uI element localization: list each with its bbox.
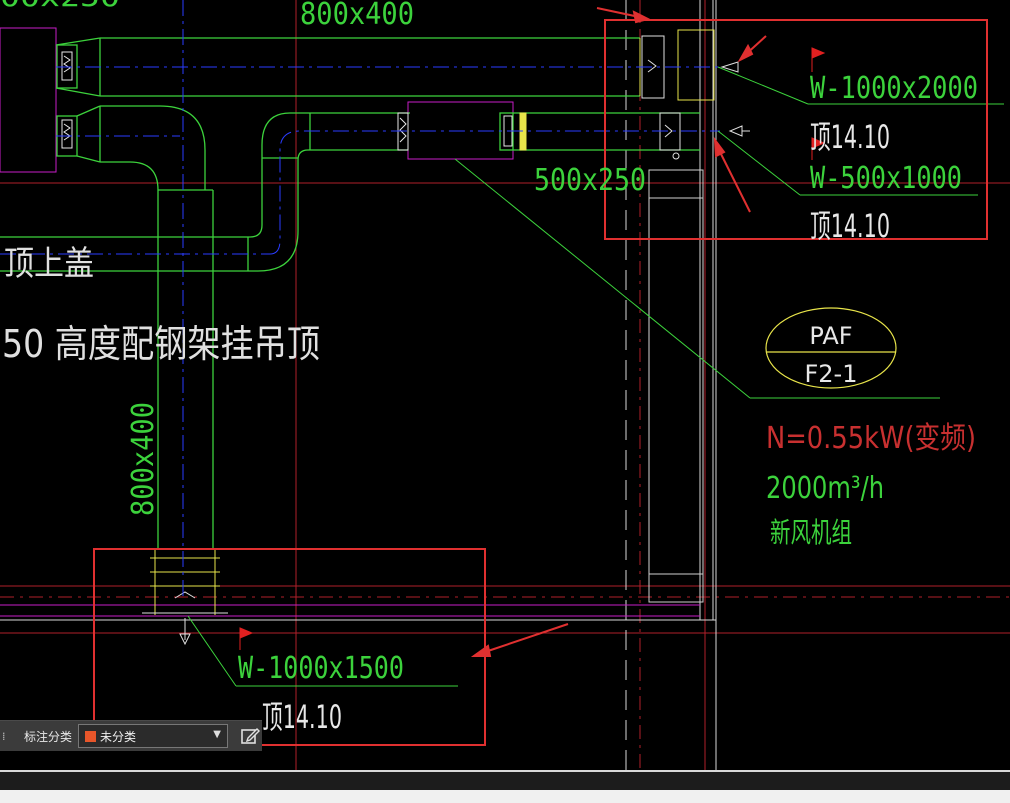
chevron-down-icon[interactable]: ▼ bbox=[213, 729, 221, 740]
duct-size-top-partial: 500x250 bbox=[0, 0, 120, 13]
vent2-level: 顶14.10 bbox=[810, 207, 890, 245]
edit-icon[interactable] bbox=[238, 724, 262, 748]
unit-tag-top: PAF bbox=[809, 322, 852, 350]
vent3-code: W-1000x1500 bbox=[238, 651, 404, 686]
vent2-code: W-500x1000 bbox=[810, 161, 962, 196]
status-bar bbox=[0, 770, 1010, 803]
flag-markers bbox=[239, 47, 826, 650]
annotation-arrows bbox=[470, 7, 767, 657]
duct-centerlines bbox=[0, 0, 720, 600]
vent1-code: W-1000x2000 bbox=[810, 71, 978, 106]
unit-name: 新风机组 bbox=[770, 516, 852, 549]
annotation-category-label: 标注分类 bbox=[24, 729, 73, 744]
category-select-value: 未分类 bbox=[100, 729, 137, 744]
annotation-toolbar: ⁞ 标注分类 未分类 ▼ bbox=[0, 720, 262, 751]
duct-size-vertical: 800x400 bbox=[126, 402, 161, 516]
annotation-category-select[interactable]: 未分类 ▼ bbox=[78, 724, 228, 748]
unit-flow: 2000m³/h bbox=[766, 471, 884, 506]
roof-note: 顶上盖 bbox=[4, 244, 94, 284]
vent3-level: 顶14.10 bbox=[262, 698, 342, 736]
duct-size-top: 800x400 bbox=[300, 0, 414, 32]
unit-tag-bottom: F2-1 bbox=[804, 360, 857, 388]
cad-drawing-canvas[interactable]: 500x250 800x400 500x250 800x400 顶上盖 50 高… bbox=[0, 0, 1010, 770]
category-color-swatch bbox=[85, 730, 97, 742]
unit-power: N=0.55kW(变频) bbox=[766, 421, 976, 456]
height-note: 50 高度配钢架挂吊顶 bbox=[2, 322, 320, 366]
leader-lines bbox=[187, 66, 1004, 687]
toolbar-grip-icon[interactable]: ⁞ bbox=[2, 730, 8, 743]
status-bar-strip bbox=[0, 790, 1010, 803]
duct-size-small: 500x250 bbox=[534, 163, 646, 198]
vent1-level: 顶14.10 bbox=[810, 118, 890, 156]
